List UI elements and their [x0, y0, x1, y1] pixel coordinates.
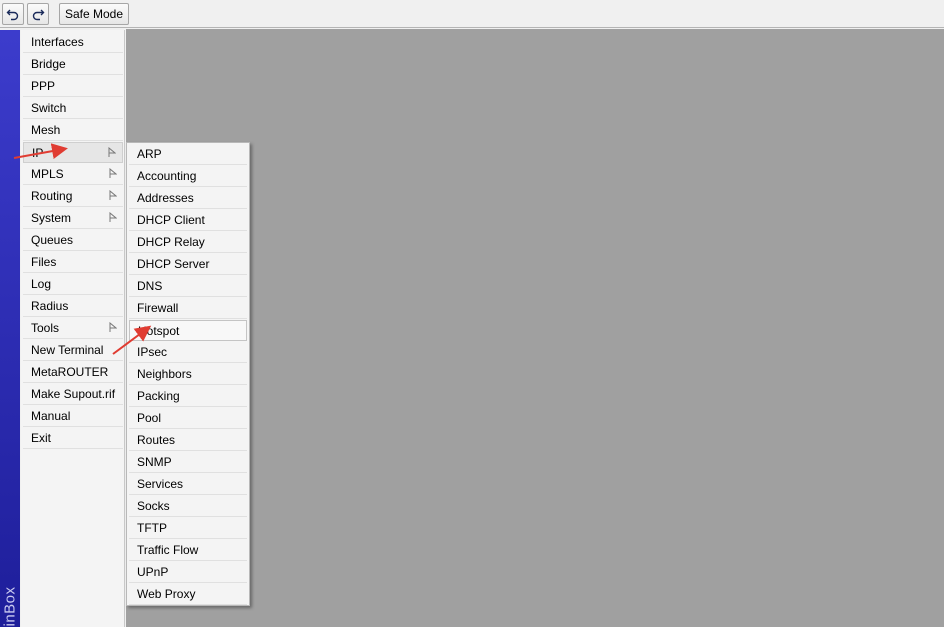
menu-item-label: Routing — [31, 189, 73, 203]
app-window: Safe Mode inBox Interfaces Bridge PPP Switc… — [0, 0, 944, 627]
menu-item-label: System — [31, 211, 72, 225]
ip-submenu-item-packing[interactable]: Packing — [129, 386, 247, 407]
menu-item-label: Switch — [31, 101, 67, 115]
brand-text: inBox — [1, 586, 19, 627]
menu-item-label: Tools — [31, 321, 60, 335]
menu-item-label: MPLS — [31, 167, 64, 181]
menu-item-label: PPP — [31, 79, 56, 93]
ip-submenu-item-neighbors[interactable]: Neighbors — [129, 364, 247, 385]
menu-item-interfaces[interactable]: Interfaces — [23, 32, 123, 53]
menu-item-new-terminal[interactable]: New Terminal — [23, 340, 123, 361]
ip-submenu-item-dhcp-client[interactable]: DHCP Client — [129, 210, 247, 231]
main-menu: Interfaces Bridge PPP Switch Mesh IP MPLS Routi… — [21, 30, 125, 627]
menu-item-label: Queues — [31, 233, 74, 247]
submenu-arrow-icon — [109, 322, 117, 332]
menu-item-manual[interactable]: Manual — [23, 406, 123, 427]
ip-submenu-item-routes[interactable]: Routes — [129, 430, 247, 451]
menu-item-radius[interactable]: Radius — [23, 296, 123, 317]
ip-submenu-item-ipsec[interactable]: IPsec — [129, 342, 247, 363]
ip-submenu-item-dns[interactable]: DNS — [129, 276, 247, 297]
menu-item-switch[interactable]: Switch — [23, 98, 123, 119]
menu-item-label: Make Supout.rif — [31, 387, 116, 401]
ip-submenu-item-services[interactable]: Services — [129, 474, 247, 495]
menu-item-label: New Terminal — [31, 343, 104, 357]
menu-item-make-supout-rif[interactable]: Make Supout.rif — [23, 384, 123, 405]
menu-item-label: IP — [32, 146, 44, 160]
ip-submenu-item-firewall[interactable]: Firewall — [129, 298, 247, 319]
menu-item-label: Log — [31, 277, 52, 291]
ip-submenu-item-hotspot[interactable]: Hotspot — [129, 320, 247, 341]
menu-item-label: MetaROUTER — [31, 365, 109, 379]
ip-submenu: ARP Accounting Addresses DHCP Client DHCP Re… — [126, 142, 250, 606]
menu-item-ip[interactable]: IP — [23, 142, 123, 163]
ip-submenu-item-dhcp-relay[interactable]: DHCP Relay — [129, 232, 247, 253]
ip-submenu-item-addresses[interactable]: Addresses — [129, 188, 247, 209]
safe-mode-button[interactable]: Safe Mode — [59, 3, 129, 25]
redo-icon — [32, 9, 45, 21]
menu-item-files[interactable]: Files — [23, 252, 123, 273]
menu-item-mpls[interactable]: MPLS — [23, 164, 123, 185]
menu-item-label: Bridge — [31, 57, 66, 71]
ip-submenu-item-web-proxy[interactable]: Web Proxy — [129, 584, 247, 605]
menu-item-label: Exit — [31, 431, 52, 445]
ip-submenu-item-socks[interactable]: Socks — [129, 496, 247, 517]
menu-item-label: Files — [31, 255, 57, 269]
menu-item-exit[interactable]: Exit — [23, 428, 123, 449]
ip-submenu-item-pool[interactable]: Pool — [129, 408, 247, 429]
ip-submenu-item-snmp[interactable]: SNMP — [129, 452, 247, 473]
ip-submenu-item-traffic-flow[interactable]: Traffic Flow — [129, 540, 247, 561]
menu-item-system[interactable]: System — [23, 208, 123, 229]
submenu-arrow-icon — [109, 212, 117, 222]
undo-button[interactable] — [2, 3, 24, 25]
menu-item-label: Manual — [31, 409, 71, 423]
submenu-arrow-icon — [109, 168, 117, 178]
brand-strip: inBox — [0, 30, 20, 627]
ip-submenu-item-tftp[interactable]: TFTP — [129, 518, 247, 539]
menu-item-bridge[interactable]: Bridge — [23, 54, 123, 75]
ip-submenu-item-dhcp-server[interactable]: DHCP Server — [129, 254, 247, 275]
menu-item-label: Mesh — [31, 123, 61, 137]
toolbar: Safe Mode — [0, 0, 944, 28]
redo-button[interactable] — [27, 3, 49, 25]
menu-item-label: Interfaces — [31, 35, 84, 49]
menu-item-log[interactable]: Log — [23, 274, 123, 295]
menu-item-label: Radius — [31, 299, 69, 313]
ip-submenu-item-accounting[interactable]: Accounting — [129, 166, 247, 187]
ip-submenu-item-arp[interactable]: ARP — [129, 144, 247, 165]
menu-item-tools[interactable]: Tools — [23, 318, 123, 339]
menu-item-routing[interactable]: Routing — [23, 186, 123, 207]
undo-icon — [6, 9, 19, 21]
menu-item-ppp[interactable]: PPP — [23, 76, 123, 97]
menu-item-mesh[interactable]: Mesh — [23, 120, 123, 141]
ip-submenu-item-upnp[interactable]: UPnP — [129, 562, 247, 583]
submenu-arrow-icon — [108, 147, 116, 157]
menu-item-queues[interactable]: Queues — [23, 230, 123, 251]
menu-item-metarouter[interactable]: MetaROUTER — [23, 362, 123, 383]
submenu-arrow-icon — [109, 190, 117, 200]
